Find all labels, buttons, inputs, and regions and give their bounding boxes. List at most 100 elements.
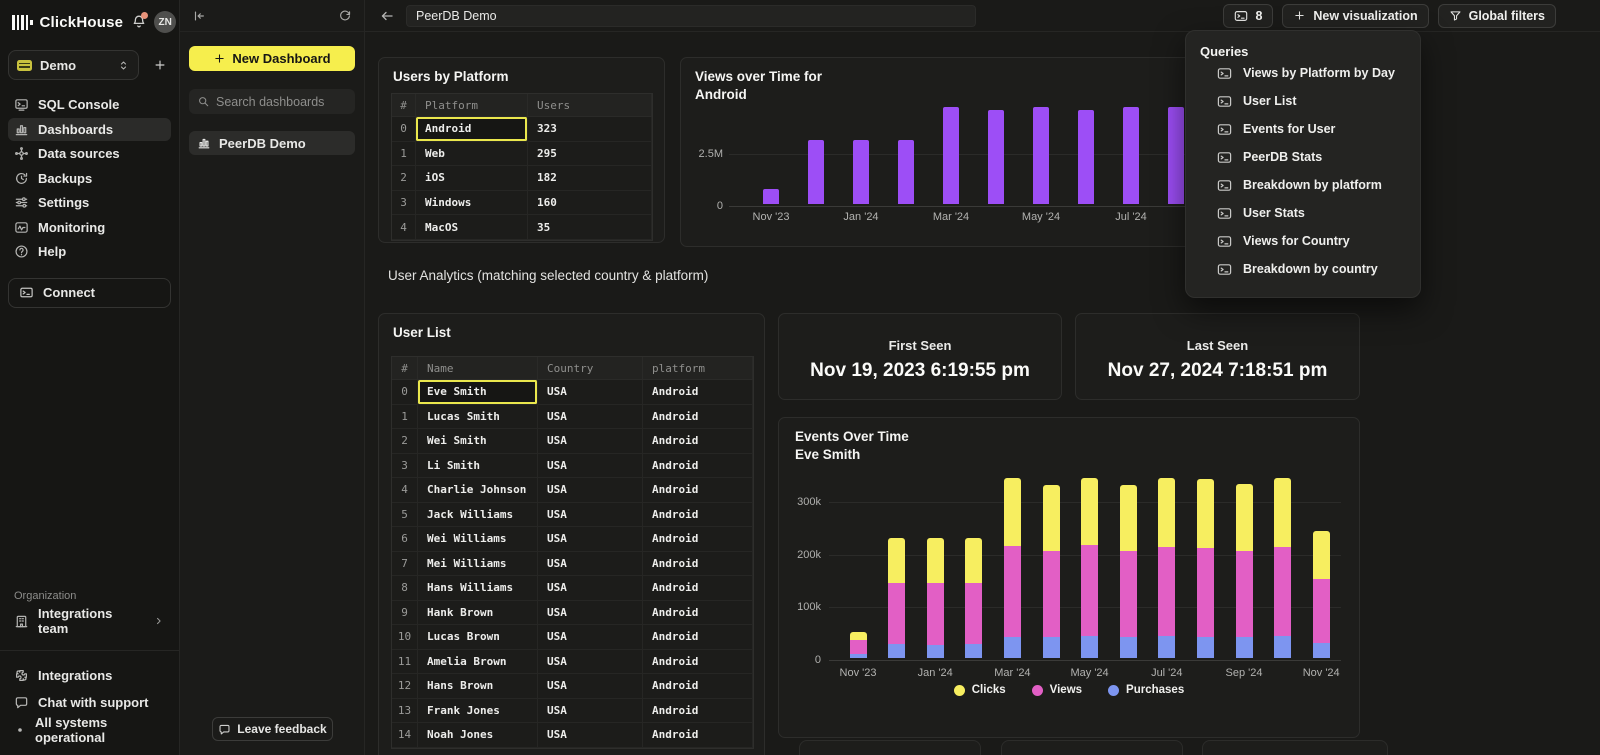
chart-bar-segment[interactable] — [1236, 551, 1253, 638]
query-item-user-stats[interactable]: User Stats — [1217, 199, 1406, 227]
table-cell[interactable]: MacOS — [416, 215, 528, 240]
new-visualization-button[interactable]: New visualization — [1282, 4, 1428, 28]
table-cell[interactable]: Android — [643, 429, 753, 454]
search-input[interactable] — [216, 95, 347, 109]
new-dashboard-button[interactable]: New Dashboard — [189, 46, 355, 71]
table-cell[interactable]: USA — [538, 650, 643, 675]
chart-bar-segment[interactable] — [1236, 484, 1253, 550]
chart-bar-segment[interactable] — [1197, 548, 1214, 638]
table-cell[interactable]: Android — [643, 454, 753, 479]
table-cell[interactable]: Frank Jones — [418, 699, 538, 724]
chart-bar-segment[interactable] — [927, 645, 944, 658]
chart-bar-segment[interactable] — [1313, 579, 1330, 643]
chart-bar-segment[interactable] — [1158, 547, 1175, 637]
notifications-bell-icon[interactable] — [130, 14, 147, 31]
query-item-views-for-country[interactable]: Views for Country — [1217, 227, 1406, 255]
chart-bar-segment[interactable] — [1081, 545, 1098, 636]
legend-item[interactable]: Purchases — [1108, 684, 1184, 696]
table-cell[interactable]: USA — [538, 380, 643, 405]
table-cell[interactable]: Charlie Johnson — [418, 478, 538, 503]
chart-bar-segment[interactable] — [1004, 546, 1021, 637]
chart-bar-segment[interactable] — [965, 583, 982, 644]
chart-bar-segment[interactable] — [927, 538, 944, 582]
global-filters-button[interactable]: Global filters — [1438, 4, 1556, 28]
table-cell[interactable]: USA — [538, 429, 643, 454]
chart-bar-segment[interactable] — [965, 538, 982, 583]
dashboard-title-input[interactable] — [406, 5, 976, 27]
query-item-peerdb-stats[interactable]: PeerDB Stats — [1217, 143, 1406, 171]
chart-bar-segment[interactable] — [888, 538, 905, 583]
table-cell[interactable]: USA — [538, 552, 643, 577]
table-cell[interactable]: Hans Brown — [418, 674, 538, 699]
table-cell[interactable]: Android — [643, 723, 753, 748]
table-cell[interactable]: Android — [643, 380, 753, 405]
legend-item[interactable]: Clicks — [954, 684, 1006, 696]
chart-bar-segment[interactable] — [1120, 551, 1137, 638]
query-item-events-for-user[interactable]: Events for User — [1217, 115, 1406, 143]
table-cell[interactable]: Li Smith — [418, 454, 538, 479]
dashboard-search[interactable] — [189, 89, 355, 114]
table-cell[interactable]: 295 — [528, 142, 652, 167]
chart-bar-segment[interactable] — [1043, 637, 1060, 658]
table-cell[interactable]: Android — [416, 117, 528, 142]
chart-bar-segment[interactable] — [1197, 637, 1214, 658]
chart-bar-segment[interactable] — [1081, 636, 1098, 658]
table-cell[interactable]: Hank Brown — [418, 601, 538, 626]
sidebar-item-backups[interactable]: Backups — [8, 167, 171, 191]
table-cell[interactable]: USA — [538, 723, 643, 748]
chart-bar-segment[interactable] — [1158, 636, 1175, 658]
table-cell[interactable]: Noah Jones — [418, 723, 538, 748]
chart-bar-segment[interactable] — [965, 644, 982, 658]
chart-bar-segment[interactable] — [888, 583, 905, 644]
sidebar-item-help[interactable]: Help — [8, 240, 171, 264]
footer-item-chat-with-support[interactable]: Chat with support — [8, 690, 171, 715]
queries-count-button[interactable]: 8 — [1223, 4, 1273, 28]
table-cell[interactable]: USA — [538, 576, 643, 601]
table-cell[interactable]: USA — [538, 503, 643, 528]
chart-bar-segment[interactable] — [850, 654, 867, 658]
back-arrow-icon[interactable] — [377, 8, 397, 24]
chart-bar-segment[interactable] — [850, 640, 867, 654]
sidebar-item-settings[interactable]: Settings — [8, 191, 171, 215]
sidebar-item-monitoring[interactable]: Monitoring — [8, 216, 171, 240]
legend-item[interactable]: Views — [1032, 684, 1082, 696]
chart-bar-segment[interactable] — [1274, 636, 1291, 658]
table-cell[interactable]: Android — [643, 576, 753, 601]
chart-bar-segment[interactable] — [1274, 547, 1291, 636]
chart-bar-segment[interactable] — [1043, 551, 1060, 638]
chart-bar[interactable] — [853, 140, 869, 204]
table-cell[interactable]: Mei Williams — [418, 552, 538, 577]
connect-button[interactable]: Connect — [8, 278, 171, 308]
chart-bar-segment[interactable] — [1158, 478, 1175, 547]
table-cell[interactable]: 160 — [528, 191, 652, 216]
table-cell[interactable]: USA — [538, 699, 643, 724]
table-cell[interactable]: Amelia Brown — [418, 650, 538, 675]
chart-bar-segment[interactable] — [1004, 478, 1021, 547]
query-item-user-list[interactable]: User List — [1217, 87, 1406, 115]
table-cell[interactable]: Hans Williams — [418, 576, 538, 601]
chart-bar[interactable] — [808, 140, 824, 204]
table-cell[interactable]: Android — [643, 674, 753, 699]
workspace-selector[interactable]: Demo — [8, 50, 139, 80]
chart-bar[interactable] — [1168, 107, 1184, 204]
table-cell[interactable]: USA — [538, 625, 643, 650]
dashboard-item-peerdb-demo[interactable]: PeerDB Demo — [189, 131, 355, 155]
table-cell[interactable]: USA — [538, 674, 643, 699]
chart-bar-segment[interactable] — [850, 632, 867, 640]
table-cell[interactable]: 35 — [528, 215, 652, 240]
table-cell[interactable]: Jack Williams — [418, 503, 538, 528]
sidebar-item-dashboards[interactable]: Dashboards — [8, 118, 171, 142]
footer-item-integrations[interactable]: Integrations — [8, 663, 171, 688]
table-cell[interactable]: Lucas Smith — [418, 405, 538, 430]
sidebar-item-data-sources[interactable]: Data sources — [8, 142, 171, 166]
table-cell[interactable]: Android — [643, 552, 753, 577]
footer-item-all-systems-operational[interactable]: All systems operational — [8, 717, 171, 742]
chart-bar[interactable] — [943, 107, 959, 204]
leave-feedback-button[interactable]: Leave feedback — [212, 717, 333, 741]
chart-bar-segment[interactable] — [1274, 478, 1291, 548]
chart-bar-segment[interactable] — [1313, 643, 1330, 658]
query-item-breakdown-by-country[interactable]: Breakdown by country — [1217, 255, 1406, 283]
table-cell[interactable]: Android — [643, 405, 753, 430]
chart-bar-segment[interactable] — [888, 644, 905, 658]
chart-bar-segment[interactable] — [1043, 485, 1060, 551]
